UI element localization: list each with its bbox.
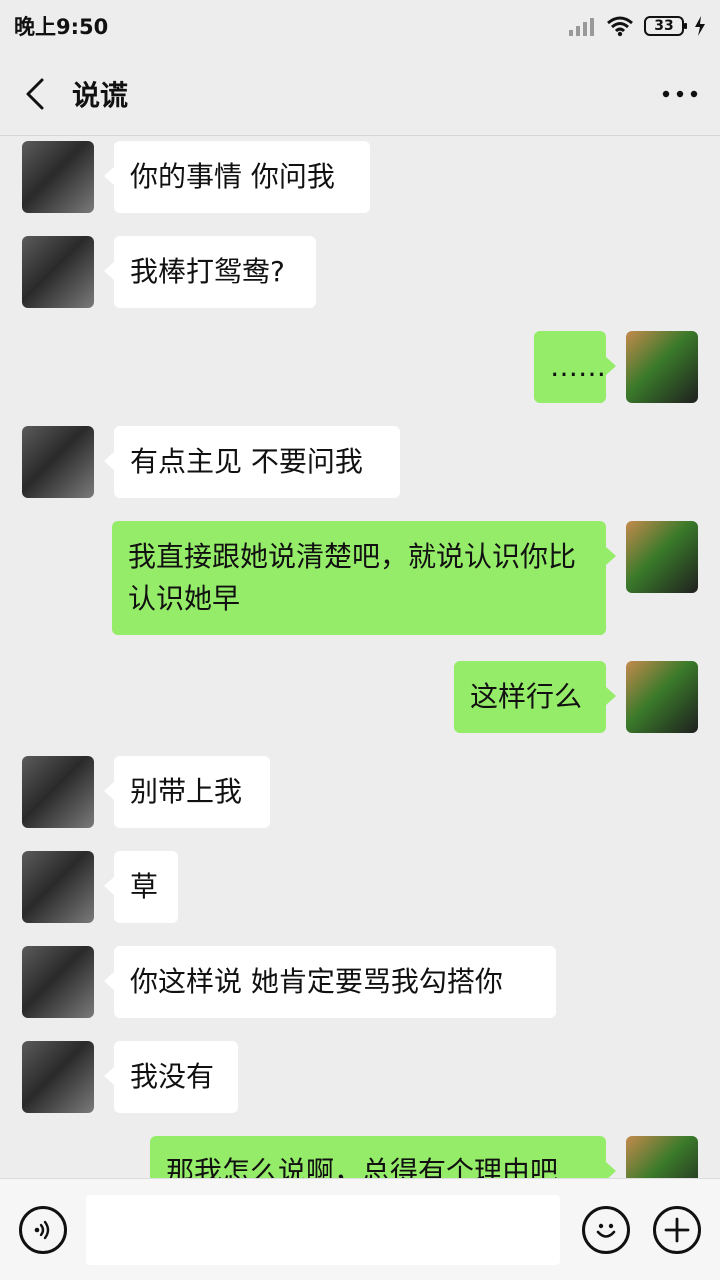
message-list[interactable]: 你的事情 你问我 我棒打鸳鸯? …… 有点主见 不要问我 我直接跟她说清楚吧，就… xyxy=(0,137,720,1178)
contact-avatar[interactable] xyxy=(22,756,94,828)
message-bubble[interactable]: 这样行么 xyxy=(454,661,616,733)
input-bar xyxy=(0,1178,720,1280)
wifi-icon xyxy=(607,16,633,37)
my-avatar[interactable] xyxy=(626,1136,698,1178)
status-icons: 33 xyxy=(568,15,706,37)
contact-avatar[interactable] xyxy=(22,426,94,498)
contact-avatar[interactable] xyxy=(22,946,94,1018)
status-bar: 晚上9:50 33 xyxy=(0,0,720,52)
chevron-left-icon xyxy=(26,78,44,109)
message-bubble[interactable]: 草 xyxy=(104,851,178,923)
message-bubble[interactable]: 那我怎么说啊，总得有个理由吧 xyxy=(150,1136,616,1178)
message-bubble[interactable]: 你的事情 你问我 xyxy=(104,141,370,213)
contact-avatar[interactable] xyxy=(22,851,94,923)
message-bubble[interactable]: 有点主见 不要问我 xyxy=(104,426,400,498)
message-bubble[interactable]: 我棒打鸳鸯? xyxy=(104,236,316,308)
contact-avatar[interactable] xyxy=(22,141,94,213)
message-bubble[interactable]: 别带上我 xyxy=(104,756,270,828)
contact-avatar[interactable] xyxy=(22,1041,94,1113)
more-dots-icon xyxy=(662,90,698,97)
charging-icon xyxy=(695,16,705,36)
my-avatar[interactable] xyxy=(626,521,698,593)
battery-icon: 33 xyxy=(644,16,687,36)
message-bubble[interactable]: 我没有 xyxy=(104,1041,238,1113)
chat-title: 说谎 xyxy=(72,78,129,112)
status-time: 晚上9:50 xyxy=(14,15,109,39)
emoji-icon xyxy=(596,1223,616,1238)
voice-icon xyxy=(34,1220,50,1240)
message-input[interactable] xyxy=(86,1195,560,1265)
chat-header: 说谎 xyxy=(0,52,720,136)
voice-button[interactable] xyxy=(19,1206,67,1254)
signal-icon xyxy=(569,18,594,36)
add-button[interactable] xyxy=(653,1206,701,1254)
message-bubble[interactable]: 我直接跟她说清楚吧，就说认识你比认识她早 xyxy=(112,521,616,635)
my-avatar[interactable] xyxy=(626,661,698,733)
battery-level: 33 xyxy=(654,18,674,34)
back-button[interactable] xyxy=(0,52,70,136)
contact-avatar[interactable] xyxy=(22,236,94,308)
message-bubble[interactable]: …… xyxy=(534,331,616,403)
emoji-button[interactable] xyxy=(582,1206,630,1254)
message-bubble[interactable]: 你这样说 她肯定要骂我勾搭你 xyxy=(104,946,556,1018)
plus-icon xyxy=(664,1217,690,1243)
more-button[interactable] xyxy=(640,52,720,136)
my-avatar[interactable] xyxy=(626,331,698,403)
